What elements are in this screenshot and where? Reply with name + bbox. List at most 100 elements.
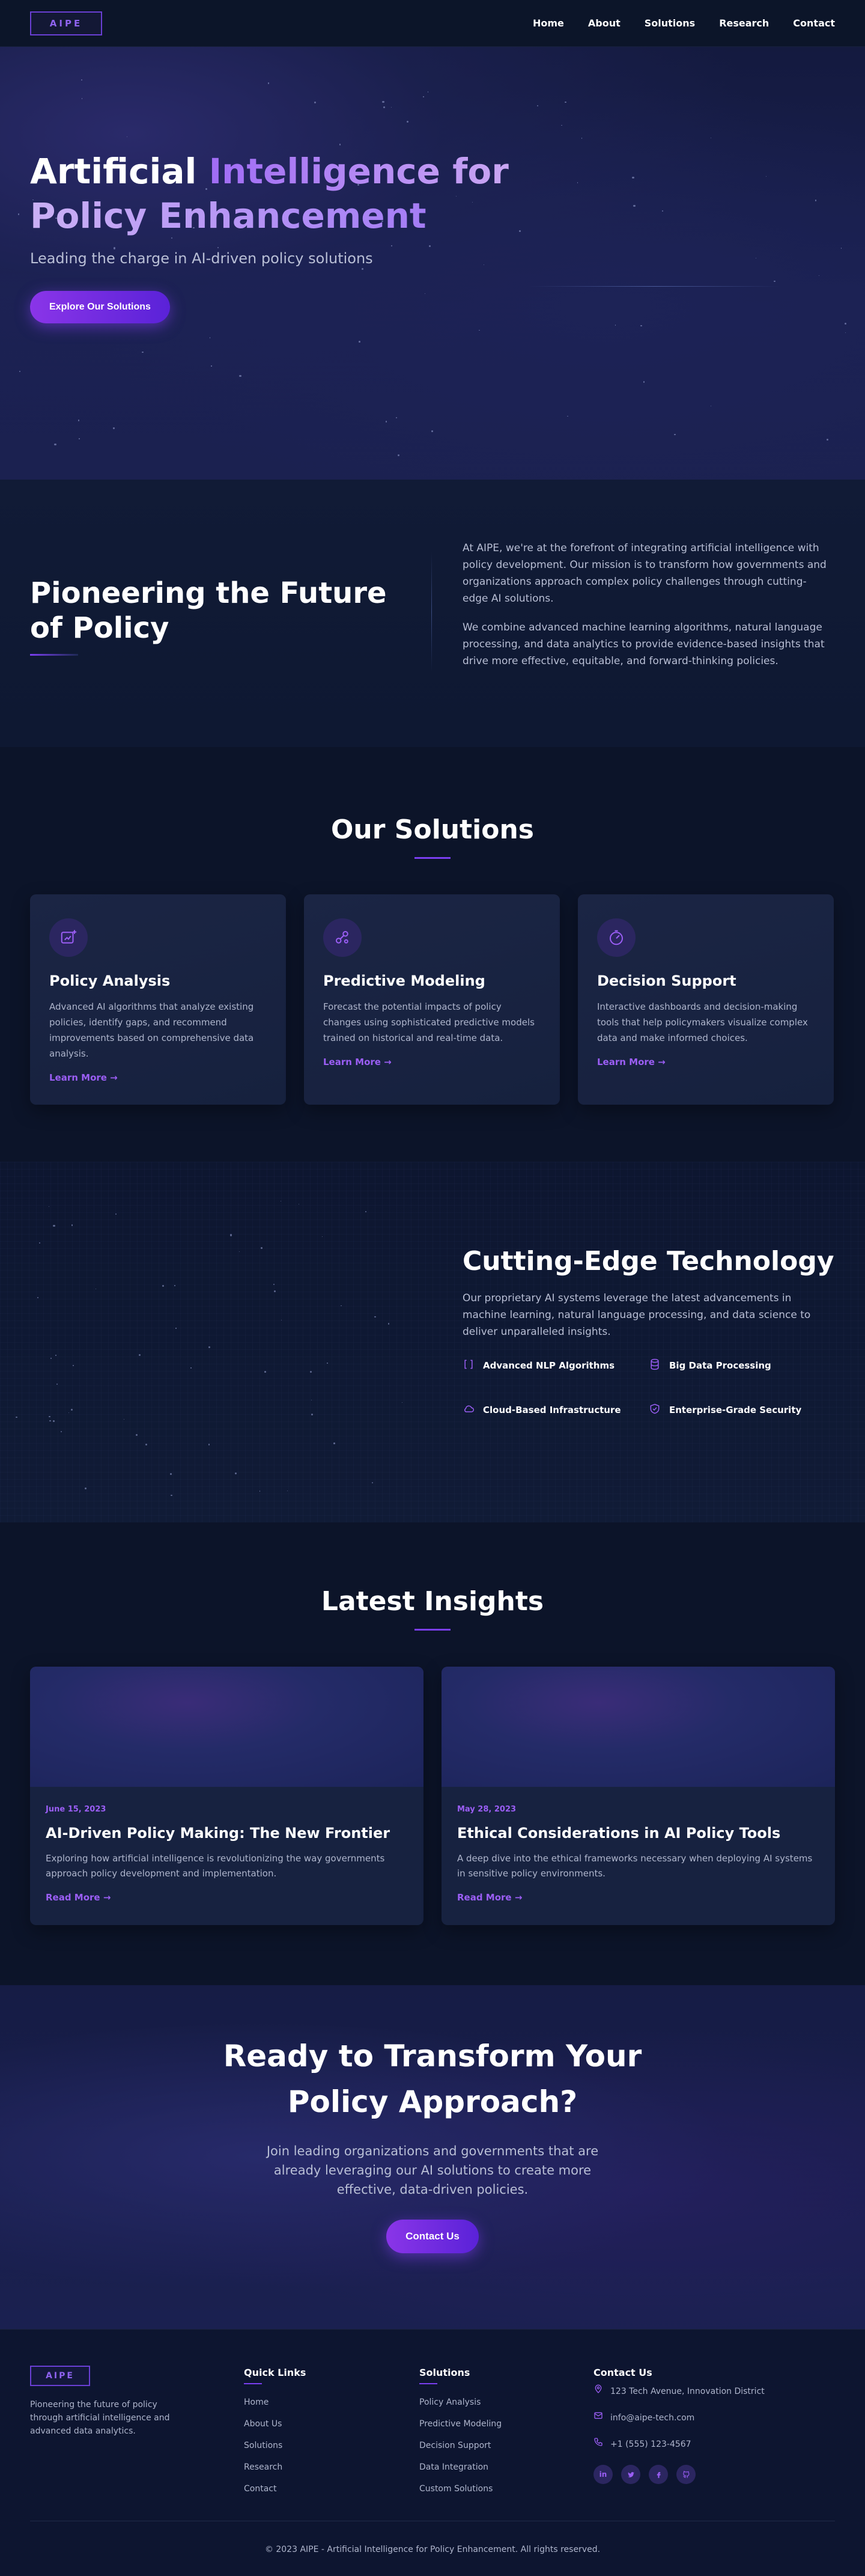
insights-title-underline bbox=[414, 1629, 451, 1631]
nav-about[interactable]: About bbox=[588, 17, 621, 29]
solutions-title-underline bbox=[414, 857, 451, 859]
footer-link-policy-analysis[interactable]: Policy Analysis bbox=[419, 2391, 502, 2413]
twitter-icon[interactable] bbox=[621, 2465, 640, 2484]
cta-section: Ready to Transform Your Policy Approach?… bbox=[0, 1985, 865, 2329]
particle-dot bbox=[208, 1346, 210, 1348]
particle-dot bbox=[382, 100, 384, 103]
footer-contact: Contact Us 123 Tech Avenue, Innovation D… bbox=[593, 2367, 765, 2484]
footer-link-custom-solutions[interactable]: Custom Solutions bbox=[419, 2478, 502, 2500]
logo[interactable]: AIPE bbox=[30, 11, 102, 35]
particle-dot bbox=[235, 1473, 237, 1474]
email-text[interactable]: info@aipe-tech.com bbox=[610, 2405, 694, 2431]
particle-dot bbox=[845, 332, 846, 334]
contact-us-button[interactable]: Contact Us bbox=[386, 2220, 479, 2253]
particle-dot bbox=[53, 1420, 55, 1422]
github-icon[interactable] bbox=[676, 2465, 696, 2484]
footer-solutions: Solutions Policy Analysis Predictive Mod… bbox=[419, 2367, 502, 2500]
solutions-section: Our Solutions Policy Analysis Advanced A… bbox=[0, 747, 865, 1162]
particle-dot bbox=[73, 1365, 74, 1366]
contact-email[interactable]: info@aipe-tech.com bbox=[593, 2405, 765, 2431]
insight-excerpt: Exploring how artificial intelligence is… bbox=[46, 1853, 385, 1879]
hero-title-part2: Intelligence for bbox=[208, 151, 509, 192]
phone-text[interactable]: +1 (555) 123-4567 bbox=[610, 2431, 691, 2458]
insights-section: Latest Insights June 15, 2023 AI-Driven … bbox=[0, 1522, 865, 1985]
footer-link-about[interactable]: About Us bbox=[244, 2413, 306, 2435]
particle-dot bbox=[359, 341, 360, 343]
nav-home[interactable]: Home bbox=[533, 17, 564, 29]
nav-research[interactable]: Research bbox=[719, 17, 769, 29]
insight-card-2: May 28, 2023 Ethical Considerations in A… bbox=[442, 1667, 835, 1925]
feature-label: Enterprise-Grade Security bbox=[669, 1405, 802, 1415]
gauge-icon bbox=[597, 918, 636, 957]
solution-card-decision-support: Decision Support Interactive dashboards … bbox=[578, 894, 834, 1105]
particle-dot bbox=[115, 1213, 117, 1215]
footer: AIPE Pioneering the future of policy thr… bbox=[0, 2329, 865, 2576]
copyright: © 2023 AIPE - Artificial Intelligence fo… bbox=[264, 2545, 601, 2554]
particle-dot bbox=[339, 144, 341, 145]
footer-link-contact[interactable]: Contact bbox=[244, 2478, 306, 2500]
particle-dot bbox=[406, 120, 408, 123]
particle-dot bbox=[565, 101, 566, 103]
about-title-underline bbox=[30, 654, 78, 656]
nav-contact[interactable]: Contact bbox=[793, 17, 835, 29]
particle-dot bbox=[19, 371, 20, 373]
particle-dot bbox=[56, 1383, 58, 1385]
feature-label: Advanced NLP Algorithms bbox=[483, 1360, 615, 1371]
particle-dot bbox=[661, 210, 663, 212]
facebook-icon[interactable] bbox=[649, 2465, 668, 2484]
about-paragraph-2: We combine advanced machine learning alg… bbox=[463, 621, 825, 667]
footer-link-solutions[interactable]: Solutions bbox=[244, 2435, 306, 2456]
read-more-link[interactable]: Read More → bbox=[46, 1892, 111, 1903]
feature-big-data: Big Data Processing bbox=[649, 1358, 835, 1373]
particle-dot bbox=[54, 443, 56, 446]
card-text: Forecast the potential impacts of policy… bbox=[323, 1001, 535, 1043]
footer-link-data-integration[interactable]: Data Integration bbox=[419, 2456, 502, 2478]
particle-dot bbox=[371, 1482, 373, 1484]
explore-solutions-button[interactable]: Explore Our Solutions bbox=[30, 291, 170, 323]
particle-dot bbox=[567, 415, 568, 417]
nodes-icon bbox=[323, 918, 362, 957]
insight-excerpt: A deep dive into the ethical frameworks … bbox=[457, 1853, 813, 1879]
particle-dot bbox=[77, 420, 80, 421]
contact-phone[interactable]: +1 (555) 123-4567 bbox=[593, 2431, 765, 2458]
particle-dot bbox=[640, 325, 642, 326]
particle-dot bbox=[387, 1323, 390, 1325]
footer-logo[interactable]: AIPE bbox=[30, 2366, 90, 2386]
particle-dot bbox=[264, 1371, 266, 1373]
particle-dot bbox=[50, 1358, 52, 1360]
about-divider bbox=[431, 552, 432, 672]
solution-card-policy-analysis: Policy Analysis Advanced AI algorithms t… bbox=[30, 894, 286, 1105]
social-links: in bbox=[593, 2465, 765, 2484]
solution-card-predictive-modeling: Predictive Modeling Forecast the potenti… bbox=[304, 894, 560, 1105]
particle-dot bbox=[397, 454, 399, 457]
linkedin-icon[interactable]: in bbox=[593, 2465, 613, 2484]
card-title: Decision Support bbox=[597, 972, 736, 989]
particle-dot bbox=[755, 257, 757, 259]
particle-dot bbox=[615, 324, 616, 326]
learn-more-link[interactable]: Learn More → bbox=[323, 1057, 392, 1067]
insight-title[interactable]: AI-Driven Policy Making: The New Frontie… bbox=[46, 1825, 408, 1842]
particle-dot bbox=[581, 138, 583, 139]
particle-dot bbox=[774, 280, 775, 282]
insight-image bbox=[30, 1667, 423, 1787]
footer-link-home[interactable]: Home bbox=[244, 2391, 306, 2413]
feature-label: Big Data Processing bbox=[669, 1360, 771, 1371]
insight-title[interactable]: Ethical Considerations in AI Policy Tool… bbox=[457, 1825, 819, 1842]
card-text: Advanced AI algorithms that analyze exis… bbox=[49, 1001, 254, 1059]
hero-title-line2: Policy Enhancement bbox=[30, 195, 426, 236]
particle-dot bbox=[113, 427, 115, 429]
about-section: Pioneering the Future of Policy At AIPE,… bbox=[0, 480, 865, 747]
nav-solutions[interactable]: Solutions bbox=[645, 17, 695, 29]
particle-dot bbox=[560, 124, 562, 126]
footer-link-decision-support[interactable]: Decision Support bbox=[419, 2435, 502, 2456]
mail-icon bbox=[593, 2405, 603, 2431]
particle-dot bbox=[84, 1488, 86, 1490]
learn-more-link[interactable]: Learn More → bbox=[49, 1072, 118, 1083]
read-more-link[interactable]: Read More → bbox=[457, 1892, 522, 1903]
insight-image bbox=[442, 1667, 835, 1787]
particle-dot bbox=[190, 1367, 192, 1369]
footer-link-predictive-modeling[interactable]: Predictive Modeling bbox=[419, 2413, 502, 2435]
learn-more-link[interactable]: Learn More → bbox=[597, 1057, 666, 1067]
particle-dot bbox=[632, 177, 634, 179]
footer-link-research[interactable]: Research bbox=[244, 2456, 306, 2478]
